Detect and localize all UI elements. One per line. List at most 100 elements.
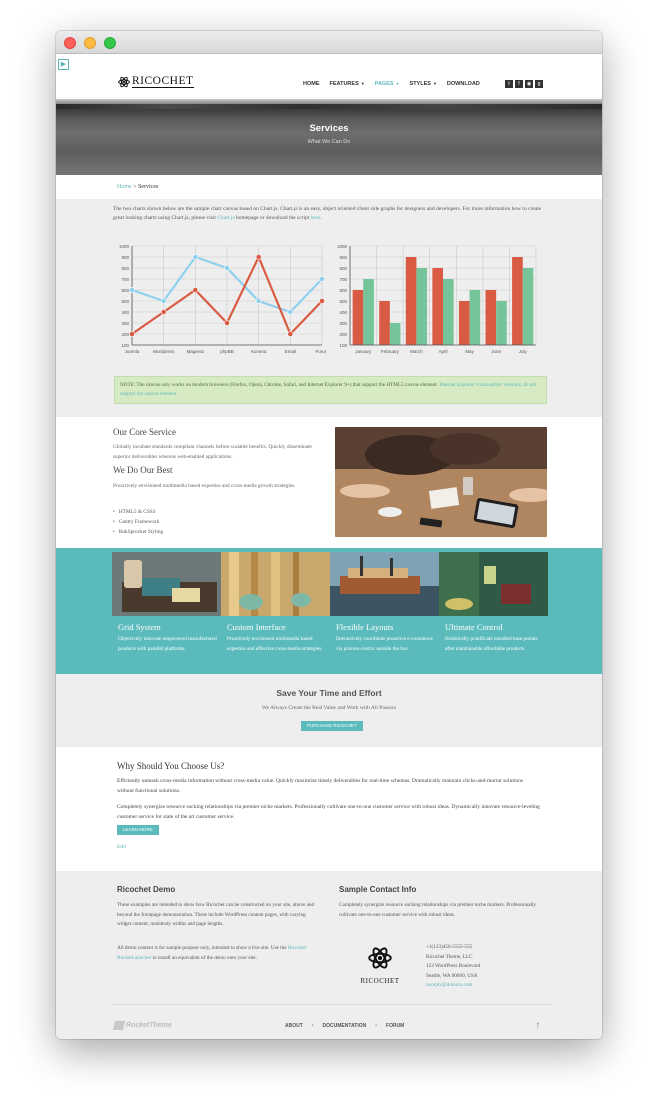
window-titlebar [56, 31, 602, 54]
page-content: ▶ RICOCHET HOME FEATURES ▼ PAGES ▼ STYLES ▼… [56, 54, 602, 1039]
feature-title: Grid System [118, 622, 161, 632]
y-tick-label: 400 [339, 310, 347, 315]
feature-flexible-layouts: Flexible Layouts Interactively coordinat… [330, 552, 439, 654]
y-tick-label: 900 [121, 255, 129, 260]
list-item: HTML5 & CSS3 [113, 507, 163, 517]
list-item: RokSprocket Styling [113, 527, 163, 537]
save-subtitle: We Always Create the Real Value and Work… [261, 705, 397, 711]
contact-email-link[interactable]: noreply@domain.com [426, 981, 480, 991]
breadcrumb: Home > Services [56, 175, 602, 199]
data-point [129, 287, 135, 293]
footer-link-about[interactable]: ABOUT [285, 1023, 303, 1029]
line-chart: 100 200 300 400 500 600 700 800 900 1000 Joomla Wor… [119, 244, 326, 354]
page-subtitle: What We Can Do [307, 139, 351, 145]
contact-company: Ricochet Theme, LLC [426, 953, 473, 960]
feature-image [112, 552, 221, 616]
x-tick-label: Wordpress [153, 349, 175, 354]
chartjs-link[interactable]: Chart.js [217, 215, 234, 221]
twitter-icon[interactable]: t [505, 80, 513, 88]
bar [389, 323, 401, 345]
rss-icon[interactable]: ◉ [525, 80, 533, 88]
footer-link-forum[interactable]: FORUM [386, 1023, 404, 1029]
edit-link[interactable]: Edit [117, 844, 126, 850]
caret-down-icon: ▼ [432, 81, 437, 86]
bar [363, 279, 374, 345]
data-point [129, 331, 135, 337]
minimize-window-button[interactable] [84, 37, 96, 49]
y-tick-label: 300 [121, 321, 129, 326]
footer-logo: RICOCHET [356, 946, 404, 985]
y-tick-label: 700 [339, 277, 347, 282]
core-service-title: Our Core Service [113, 427, 176, 437]
x-tick-label: Magento [187, 349, 205, 354]
nav-item-features[interactable]: FEATURES ▼ [330, 81, 365, 87]
y-tick-label: 800 [121, 266, 129, 271]
x-tick-label: March [410, 349, 423, 354]
nav-item-home[interactable]: HOME [303, 81, 320, 87]
charts-section: The two charts shown below are the sampl… [56, 199, 602, 417]
site-logo[interactable]: RICOCHET [118, 75, 194, 88]
y-tick-label: 200 [121, 332, 129, 337]
social-links: t f ◉ g [505, 80, 543, 88]
data-point [224, 265, 230, 271]
bar [443, 279, 454, 345]
y-tick-label: 1000 [119, 244, 130, 249]
feature-text: Proactively envisioned multimedia based … [227, 636, 323, 652]
demo-text-2: All demo content is for sample purpose o… [117, 945, 307, 961]
contact-city: Seattle, WA 00000, USA [426, 972, 478, 979]
nav-item-download[interactable]: DOWNLOAD [447, 81, 480, 87]
purchase-button[interactable]: PURCHASE RICOCHET [301, 721, 363, 731]
best-title: We Do Our Best [113, 465, 173, 475]
feature-text: Interactively coordinate proactive e-com… [336, 636, 433, 652]
zoom-window-button[interactable] [104, 37, 116, 49]
facebook-icon[interactable]: f [515, 80, 523, 88]
x-tick-label: April [438, 349, 447, 354]
contact-text: Completely synergize resource sucking re… [339, 902, 536, 918]
atom-logo-icon [118, 76, 130, 88]
site-header: RICOCHET HOME FEATURES ▼ PAGES ▼ STYLES ▼ D… [56, 54, 602, 99]
bar [512, 257, 523, 345]
close-window-button[interactable] [64, 37, 76, 49]
back-to-top-icon[interactable]: ↑ [535, 1018, 541, 1032]
x-tick-label: phpBB [220, 349, 234, 354]
bar [522, 268, 534, 345]
contact-phone: +1(123)456-5555-555 [426, 944, 473, 950]
bar [432, 268, 443, 345]
footer-link-documentation[interactable]: DOCUMENTATION [323, 1023, 367, 1029]
data-point [160, 298, 167, 304]
y-tick-label: 700 [121, 277, 129, 282]
breadcrumb-separator: > [133, 184, 137, 190]
data-point [319, 298, 325, 304]
data-point [224, 320, 230, 326]
core-service-text: Globally incubate standards compliant ch… [113, 444, 312, 460]
feature-ultimate-control: Ultimate Control Holistically pontificat… [439, 552, 548, 654]
demo-text: These examples are intended to show how … [117, 902, 315, 927]
y-tick-label: 200 [339, 332, 347, 337]
google-plus-icon[interactable]: g [535, 80, 543, 88]
learn-more-button[interactable]: LEARN MORE [117, 825, 159, 835]
caret-down-icon: ▼ [360, 81, 365, 86]
nav-item-styles[interactable]: STYLES ▼ [410, 81, 437, 87]
bar [416, 268, 428, 345]
bar [469, 290, 481, 345]
y-tick-label: 100 [121, 343, 129, 348]
y-tick-label: 100 [339, 343, 347, 348]
best-text: Proactively envisioned multimedia based … [113, 483, 296, 489]
data-point [255, 254, 262, 260]
y-tick-label: 600 [339, 288, 347, 293]
breadcrumb-home[interactable]: Home [117, 184, 132, 190]
rockettheme-logo[interactable]: RocketTheme [112, 1021, 172, 1030]
nav-item-pages[interactable]: PAGES ▼ [375, 81, 400, 87]
feature-image [439, 552, 548, 616]
x-tick-label: February [381, 349, 400, 354]
bar [496, 301, 507, 345]
features-section: Grid System Objectively innovate empower… [56, 548, 602, 674]
x-tick-label: January [355, 349, 372, 354]
feature-custom-interface: Custom Interface Proactively envisioned … [221, 552, 330, 654]
feature-grid-system: Grid System Objectively innovate empower… [112, 552, 221, 654]
download-here-link[interactable]: here [311, 215, 320, 221]
y-tick-label: 500 [121, 299, 129, 304]
x-tick-label: June [491, 349, 501, 354]
why-title: Why Should You Choose Us? [117, 761, 225, 771]
main-nav: HOME FEATURES ▼ PAGES ▼ STYLES ▼ DOWNLOAD [303, 81, 480, 87]
